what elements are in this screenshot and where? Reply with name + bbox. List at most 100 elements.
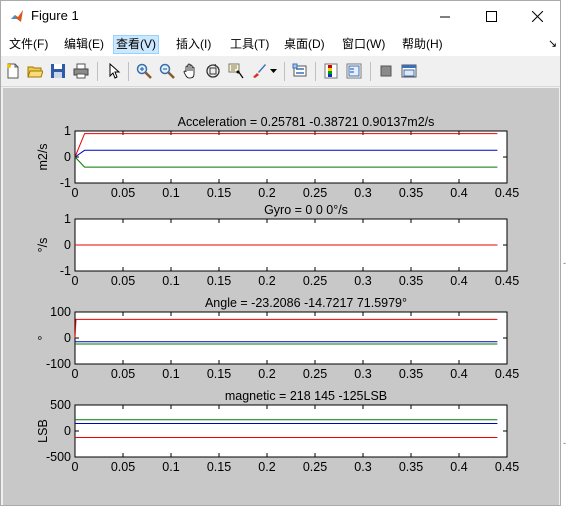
x-tick-label: 0.25	[303, 186, 327, 200]
y-tick-label: -1	[60, 176, 71, 190]
x-tick-label: 0.45	[495, 186, 519, 200]
plot-axes-4	[74, 404, 508, 458]
x-tick-label: 0.15	[207, 186, 231, 200]
y-tick-label: -500	[46, 450, 71, 464]
maximize-button[interactable]	[468, 1, 514, 32]
legend-icon[interactable]	[345, 62, 363, 80]
x-tick-label: 0.4	[450, 186, 467, 200]
zoom-in-icon[interactable]	[135, 62, 153, 80]
x-tick-label: 0.2	[258, 367, 275, 381]
figure-toolbar	[1, 56, 560, 87]
x-tick-label: 0.3	[354, 460, 371, 474]
open-file-icon[interactable]	[26, 62, 44, 80]
window-title: Figure 1	[31, 8, 79, 23]
y-axis-label: m2/s	[36, 143, 50, 170]
link-plot-icon[interactable]	[291, 62, 309, 80]
menu-file[interactable]: 文件(F)	[7, 35, 50, 54]
maximize-icon	[485, 11, 497, 22]
menu-help[interactable]: 帮助(H)	[400, 35, 445, 54]
x-tick-label: 0.05	[111, 460, 135, 474]
x-tick-label: 0	[72, 460, 79, 474]
x-tick-label: 0.25	[303, 274, 327, 288]
x-tick-label: 0.15	[207, 274, 231, 288]
y-tick-label: 0	[64, 331, 71, 345]
x-tick-label: 0.2	[258, 274, 275, 288]
x-tick-label: 0.4	[450, 367, 467, 381]
edit-plot-arrow-icon[interactable]	[105, 62, 123, 80]
x-tick-label: 0.4	[450, 460, 467, 474]
x-tick-label: 0.05	[111, 367, 135, 381]
data-cursor-icon[interactable]	[227, 62, 245, 80]
x-tick-label: 0.2	[258, 460, 275, 474]
y-tick-label: 0	[64, 150, 71, 164]
background-edge-mark: -	[563, 258, 566, 268]
x-tick-label: 0	[72, 274, 79, 288]
x-tick-label: 0.05	[111, 274, 135, 288]
x-tick-label: 0.35	[399, 367, 423, 381]
x-tick-label: 0.45	[495, 460, 519, 474]
plot-axes-1	[74, 130, 508, 184]
x-tick-label: 0.1	[162, 274, 179, 288]
plot-title: Gyro = 0 0 0°/s	[264, 203, 348, 217]
menu-edit[interactable]: 编辑(E)	[62, 35, 106, 54]
toolbar-separator	[97, 62, 98, 81]
x-tick-label: 0.45	[495, 274, 519, 288]
matlab-logo-icon	[11, 10, 23, 22]
y-tick-label: 500	[50, 398, 71, 412]
y-tick-label: -100	[46, 357, 71, 371]
menu-dock-arrow-icon[interactable]: ↘	[546, 35, 559, 54]
y-tick-label: 0	[64, 424, 71, 438]
x-tick-label: 0.25	[303, 460, 327, 474]
y-tick-label: 100	[50, 305, 71, 319]
y-tick-label: 0	[64, 238, 71, 252]
plot-title: Acceleration = 0.25781 -0.38721 0.90137m…	[178, 115, 435, 129]
y-tick-label: 1	[64, 212, 71, 226]
x-tick-label: 0.3	[354, 367, 371, 381]
rotate-3d-icon[interactable]	[204, 62, 222, 80]
x-tick-label: 0	[72, 186, 79, 200]
brush-icon[interactable]	[250, 62, 268, 80]
y-tick-label: 1	[64, 124, 71, 138]
x-tick-label: 0	[72, 367, 79, 381]
subplots-area: Acceleration = 0.25781 -0.38721 0.90137m…	[36, 115, 519, 474]
x-tick-label: 0.35	[399, 460, 423, 474]
pan-hand-icon[interactable]	[181, 62, 199, 80]
minimize-button[interactable]	[422, 1, 468, 32]
x-tick-label: 0.1	[162, 460, 179, 474]
menu-tools[interactable]: 工具(T)	[228, 35, 271, 54]
title-bar[interactable]: Figure 1	[1, 1, 560, 32]
x-tick-label: 0.1	[162, 367, 179, 381]
zoom-out-icon[interactable]	[158, 62, 176, 80]
save-icon[interactable]	[49, 62, 67, 80]
figure-window: Figure 1 文件(F) 编辑(E) 查看(V) 插入(I) 工具(T) 桌…	[0, 0, 561, 506]
minimize-icon	[440, 16, 450, 17]
toolbar-separator	[315, 62, 316, 81]
toolbar-separator	[370, 62, 371, 81]
show-plot-tools-icon[interactable]	[400, 62, 418, 80]
menu-window[interactable]: 窗口(W)	[340, 35, 387, 54]
x-tick-label: 0.35	[399, 274, 423, 288]
menu-insert[interactable]: 插入(I)	[174, 35, 213, 54]
menu-bar: 文件(F) 编辑(E) 查看(V) 插入(I) 工具(T) 桌面(D) 窗口(W…	[1, 32, 560, 56]
new-figure-icon[interactable]	[4, 62, 22, 80]
hide-plot-tools-icon[interactable]	[377, 62, 395, 80]
x-tick-label: 0.3	[354, 274, 371, 288]
x-tick-label: 0.2	[258, 186, 275, 200]
figure-canvas: Acceleration = 0.25781 -0.38721 0.90137m…	[3, 88, 559, 505]
close-icon	[531, 11, 543, 22]
brush-dropdown-icon[interactable]	[269, 62, 279, 80]
y-axis-label: °/s	[36, 238, 50, 253]
menu-view[interactable]: 查看(V)	[113, 35, 159, 54]
plot-title: magnetic = 218 145 -125LSB	[225, 389, 387, 403]
close-button[interactable]	[514, 1, 560, 32]
y-axis-label: LSB	[36, 419, 50, 443]
x-tick-label: 0.4	[450, 274, 467, 288]
print-icon[interactable]	[72, 62, 90, 80]
colorbar-icon[interactable]	[322, 62, 340, 80]
x-tick-label: 0.15	[207, 460, 231, 474]
background-edge-mark: -	[563, 438, 566, 448]
x-tick-label: 0.3	[354, 186, 371, 200]
toolbar-separator	[284, 62, 285, 81]
y-axis-label: °	[36, 336, 50, 341]
menu-desktop[interactable]: 桌面(D)	[282, 35, 327, 54]
